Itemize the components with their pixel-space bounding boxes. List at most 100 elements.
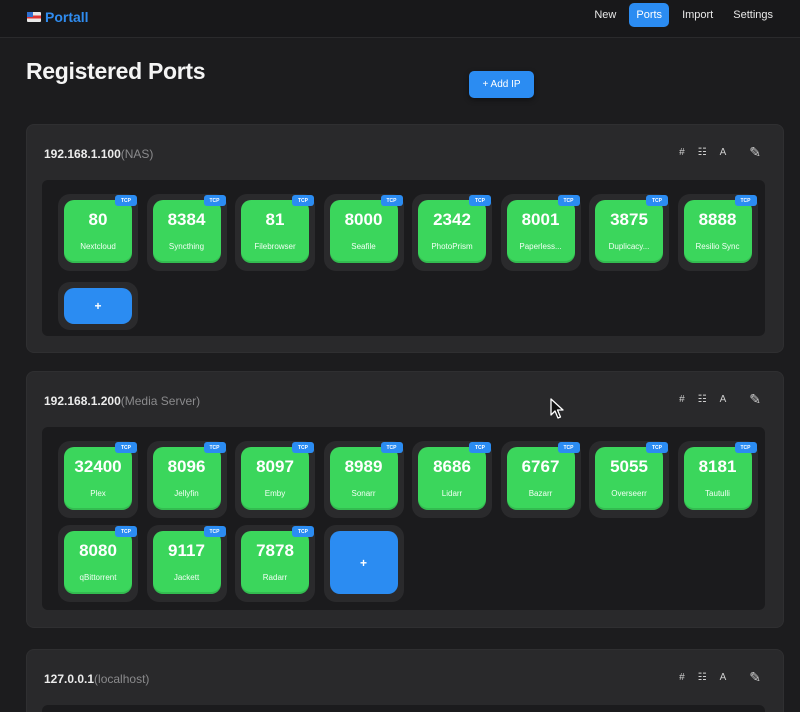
pencil-icon[interactable]: ✎ — [749, 669, 761, 686]
nav-menu: New Ports Import Settings — [587, 3, 780, 27]
port-card[interactable]: 32400 Plex — [64, 447, 132, 510]
ports-grid: 80 Nextcloud TCP 8384 Syncthing TCP 81 Filebrow… — [42, 180, 765, 336]
port-service-name: Sonarr — [351, 489, 376, 498]
port-card[interactable]: 3875 Duplicacy... — [595, 200, 663, 263]
port-service-name: Tautulli — [705, 489, 730, 498]
protocol-badge: TCP — [292, 526, 314, 537]
network-icon[interactable]: ☷ — [698, 147, 707, 158]
port-card[interactable]: 81 Filebrowser — [241, 200, 309, 263]
add-port-slot: + — [58, 282, 138, 330]
pencil-icon[interactable]: ✎ — [749, 144, 761, 161]
host-title: 192.168.1.200(Media Server) — [44, 394, 200, 408]
port-number: 8096 — [167, 457, 206, 476]
port-service-name: Syncthing — [168, 242, 205, 251]
protocol-badge: TCP — [469, 442, 491, 453]
port-service-name: Resilio Sync — [695, 242, 740, 251]
port-tile: 8097 Emby TCP — [235, 441, 315, 518]
port-card[interactable]: 8989 Sonarr — [329, 447, 398, 510]
add-port-button[interactable]: + — [329, 531, 398, 594]
port-card[interactable]: 8384 Syncthing — [152, 200, 221, 263]
mouse-cursor-icon — [550, 398, 564, 419]
port-card[interactable]: 8686 Lidarr — [418, 447, 486, 510]
port-number: 8686 — [433, 457, 471, 476]
host-card: 192.168.1.200(Media Server) # ☷ A ✎ 3240… — [26, 371, 784, 628]
font-icon[interactable]: A — [720, 394, 727, 405]
hash-icon[interactable]: # — [679, 394, 685, 405]
port-tile: 8080 qBittorrent TCP — [58, 525, 138, 602]
host-actions: # ☷ A ✎ — [679, 391, 761, 408]
port-number: 8097 — [256, 457, 294, 476]
port-card[interactable]: 8096 Jellyfin — [152, 447, 221, 510]
port-service-name: Paperless... — [519, 242, 562, 251]
port-tile: 6767 Bazarr TCP — [500, 441, 581, 518]
host-card: 192.168.1.100(NAS) # ☷ A ✎ 80 Nextcloud TC… — [26, 124, 784, 353]
port-card[interactable]: 80 Nextcloud — [64, 200, 132, 263]
nav-item-import[interactable]: Import — [675, 3, 720, 27]
port-service-name: Jackett — [173, 573, 200, 582]
host-card: 127.0.0.1(localhost) # ☷ A ✎ — [26, 649, 784, 712]
nav-item-new[interactable]: New — [587, 3, 623, 27]
host-actions: # ☷ A ✎ — [679, 669, 761, 686]
port-service-name: Nextcloud — [80, 242, 116, 251]
port-tile: 7878 Radarr TCP — [235, 525, 315, 602]
port-tile: 8989 Sonarr TCP — [323, 441, 404, 518]
add-port-button[interactable]: + — [64, 288, 132, 324]
port-number: 9117 — [168, 541, 205, 560]
protocol-badge: TCP — [557, 442, 580, 453]
nav-item-settings[interactable]: Settings — [726, 3, 780, 27]
network-icon[interactable]: ☷ — [698, 672, 707, 683]
port-card[interactable]: 7878 Radarr — [241, 531, 309, 594]
port-service-name: Jellyfin — [174, 489, 199, 498]
port-tile: 9117 Jackett TCP — [146, 525, 227, 602]
font-icon[interactable]: A — [720, 147, 727, 158]
host-alias: (localhost) — [94, 672, 150, 686]
brand-name: Portall — [45, 9, 89, 25]
port-card[interactable]: 8181 Tautulli — [683, 447, 752, 510]
port-tile: 8181 Tautulli TCP — [677, 441, 758, 518]
protocol-badge: TCP — [734, 195, 757, 206]
port-card[interactable]: 2342 PhotoPrism — [418, 200, 486, 263]
port-card[interactable]: 8080 qBittorrent — [64, 531, 132, 594]
host-title: 192.168.1.100(NAS) — [44, 147, 153, 161]
hash-icon[interactable]: # — [679, 672, 685, 683]
port-number: 8181 — [698, 457, 737, 476]
port-card[interactable]: 8097 Emby — [241, 447, 309, 510]
port-tile: 8686 Lidarr TCP — [412, 441, 492, 518]
protocol-badge: TCP — [380, 195, 403, 206]
network-icon[interactable]: ☷ — [698, 394, 707, 405]
port-card[interactable]: 8888 Resilio Sync — [683, 200, 752, 263]
protocol-badge: TCP — [646, 442, 668, 453]
port-service-name: Bazarr — [528, 489, 553, 498]
add-ip-button[interactable]: + Add IP — [469, 71, 534, 98]
port-service-name: Radarr — [262, 573, 288, 582]
host-alias: (NAS) — [120, 147, 154, 161]
port-service-name: Emby — [264, 489, 286, 498]
protocol-badge: TCP — [646, 195, 668, 206]
port-card[interactable]: 9117 Jackett — [152, 531, 221, 594]
host-ip: 192.168.1.100 — [44, 147, 121, 161]
add-port-slot: + — [323, 525, 404, 602]
host-alias: (Media Server) — [120, 394, 201, 408]
nav-item-ports[interactable]: Ports — [629, 3, 670, 27]
host-actions: # ☷ A ✎ — [679, 144, 761, 161]
brand-logo[interactable]: Portall — [27, 7, 89, 27]
host-ip: 192.168.1.200 — [44, 394, 121, 408]
protocol-badge: TCP — [292, 195, 314, 206]
port-tile: 80 Nextcloud TCP — [58, 194, 138, 271]
port-card[interactable]: 8000 Seafile — [329, 200, 398, 263]
port-card[interactable]: 6767 Bazarr — [506, 447, 575, 510]
port-card[interactable]: 5055 Overseerr — [595, 447, 663, 510]
port-number: 5055 — [610, 457, 648, 476]
protocol-badge: TCP — [203, 442, 226, 453]
port-tile: 8384 Syncthing TCP — [146, 194, 227, 271]
port-number: 81 — [265, 210, 285, 229]
port-tile: 5055 Overseerr TCP — [589, 441, 669, 518]
font-icon[interactable]: A — [720, 672, 727, 683]
protocol-badge: TCP — [734, 442, 757, 453]
port-tile: 32400 Plex TCP — [58, 441, 138, 518]
port-service-name: Plex — [90, 489, 106, 498]
port-card[interactable]: 8001 Paperless... — [506, 200, 575, 263]
protocol-badge: TCP — [115, 526, 137, 537]
hash-icon[interactable]: # — [679, 147, 685, 158]
pencil-icon[interactable]: ✎ — [749, 391, 761, 408]
